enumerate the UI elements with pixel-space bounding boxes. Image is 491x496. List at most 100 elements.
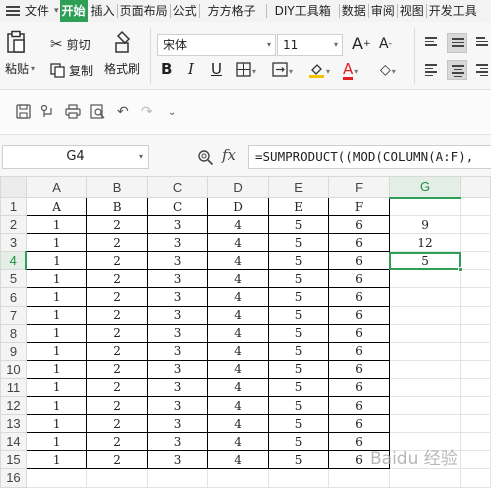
align-bottom-button[interactable]	[472, 33, 491, 53]
cell-a1[interactable]: A	[25, 196, 88, 217]
cell-empty[interactable]	[460, 377, 491, 398]
cell-e11[interactable]: 5	[267, 377, 330, 398]
cell-e3[interactable]: 5	[267, 233, 330, 253]
row-header[interactable]: 14	[0, 432, 27, 452]
cell-f6[interactable]: 6	[328, 287, 390, 307]
cell-b12[interactable]: 2	[86, 396, 148, 416]
shrink-font-button[interactable]: A-	[379, 36, 392, 52]
cell-empty[interactable]	[460, 432, 491, 452]
cell-e7[interactable]: 5	[267, 305, 330, 325]
tab-ffcell[interactable]: 方方格子	[200, 0, 266, 22]
cell-c3[interactable]: 3	[146, 233, 209, 253]
cell-b4[interactable]: 2	[86, 251, 148, 271]
cell-a13[interactable]: 1	[25, 414, 88, 434]
cell-c2[interactable]: 3	[146, 215, 209, 235]
align-center-button[interactable]	[447, 60, 467, 80]
font-color-button[interactable]: A▾	[343, 60, 358, 80]
row-header[interactable]: 10	[0, 359, 27, 379]
cell-g12[interactable]	[388, 396, 462, 416]
chevron-down-icon[interactable]: ▾	[54, 6, 59, 16]
cell-f10[interactable]: 6	[328, 359, 390, 379]
cell-c15[interactable]: 3	[146, 450, 209, 470]
cell-d13[interactable]: 4	[207, 414, 269, 434]
cell-d9[interactable]: 4	[207, 341, 269, 361]
cell-g10[interactable]	[388, 359, 462, 379]
cell-b8[interactable]: 2	[86, 323, 148, 343]
row-header[interactable]: 3	[0, 233, 27, 253]
cell-d8[interactable]: 4	[207, 323, 269, 343]
cell-g11[interactable]	[388, 377, 462, 398]
cell-g8[interactable]	[388, 323, 462, 343]
cell-empty[interactable]	[460, 450, 491, 470]
cell-e2[interactable]: 5	[267, 215, 330, 235]
row-header[interactable]: 7	[0, 305, 27, 325]
row-header[interactable]: 4	[0, 251, 28, 271]
cell-d4[interactable]: 4	[207, 251, 269, 271]
cell-e9[interactable]: 5	[267, 341, 330, 361]
format-painter-button[interactable]: 格式刷	[104, 30, 140, 77]
borders-button[interactable]: ▾	[236, 60, 256, 78]
cell-f3[interactable]: 6	[328, 233, 390, 253]
cell-d2[interactable]: 4	[207, 215, 269, 235]
cell-b15[interactable]: 2	[86, 450, 148, 470]
cell-g1[interactable]	[388, 196, 462, 217]
share-icon[interactable]	[40, 104, 55, 119]
italic-button[interactable]: I	[188, 60, 194, 78]
font-name-select[interactable]: 宋体 ▾	[157, 34, 276, 56]
row-header[interactable]: 12	[0, 396, 27, 416]
clear-format-button[interactable]: ◇▾	[380, 60, 396, 78]
column-header-b[interactable]: B	[86, 176, 148, 198]
cell-b6[interactable]: 2	[86, 287, 148, 307]
cell-empty[interactable]	[460, 323, 491, 343]
cell-c11[interactable]: 3	[146, 377, 209, 398]
cell-g4[interactable]: 5	[388, 251, 464, 273]
cell-f11[interactable]: 6	[328, 377, 390, 398]
cell-f4[interactable]: 6	[328, 251, 390, 271]
tab-diy-toolbox[interactable]: DIY工具箱	[267, 0, 339, 22]
column-header-g[interactable]: G	[388, 176, 462, 199]
tab-view[interactable]: 视图	[398, 0, 426, 22]
cell-f12[interactable]: 6	[328, 396, 390, 416]
fill-color-button[interactable]: ▾	[308, 60, 330, 78]
cell-e16[interactable]	[267, 468, 330, 488]
cell-b2[interactable]: 2	[86, 215, 148, 235]
cell-d6[interactable]: 4	[207, 287, 269, 307]
row-header[interactable]: 8	[0, 323, 27, 343]
row-header[interactable]: 6	[0, 287, 27, 307]
cell-c5[interactable]: 3	[146, 269, 209, 289]
cell-empty[interactable]	[460, 468, 491, 488]
cell-c16[interactable]	[146, 468, 209, 488]
tab-home[interactable]: 开始	[59, 0, 88, 22]
cell-a12[interactable]: 1	[25, 396, 88, 416]
cell-f2[interactable]: 6	[328, 215, 390, 235]
cell-empty[interactable]	[460, 215, 491, 235]
cell-a2[interactable]: 1	[25, 215, 88, 235]
row-header[interactable]: 16	[0, 468, 27, 488]
cell-g3[interactable]: 12	[388, 233, 462, 253]
cell-e6[interactable]: 5	[267, 287, 330, 307]
tab-page-layout[interactable]: 页面布局	[118, 0, 170, 22]
cell-empty[interactable]	[460, 269, 491, 289]
cell-d1[interactable]: D	[207, 196, 269, 217]
paste-button[interactable]: 粘贴 ▾	[5, 30, 35, 77]
cell-e1[interactable]: E	[267, 196, 330, 217]
merge-cells-button[interactable]: ▾	[272, 60, 293, 78]
cell-empty[interactable]	[460, 341, 491, 361]
column-header-f[interactable]: F	[328, 176, 390, 198]
save-icon[interactable]	[16, 104, 31, 119]
cell-g2[interactable]: 9	[388, 215, 462, 235]
zoom-icon[interactable]	[197, 149, 214, 166]
cell-f1[interactable]: F	[328, 196, 390, 217]
cell-g16[interactable]	[388, 468, 462, 488]
column-header-d[interactable]: D	[207, 176, 269, 198]
cell-b1[interactable]: B	[86, 196, 148, 217]
cell-c8[interactable]: 3	[146, 323, 209, 343]
align-left-button[interactable]	[421, 60, 441, 80]
cell-b16[interactable]	[86, 468, 148, 488]
cell-e10[interactable]: 5	[267, 359, 330, 379]
align-middle-button[interactable]	[447, 33, 467, 53]
row-header[interactable]: 11	[0, 377, 27, 398]
tab-data[interactable]: 数据	[340, 0, 368, 22]
cell-e8[interactable]: 5	[267, 323, 330, 343]
font-size-select[interactable]: 11 ▾	[277, 34, 343, 56]
